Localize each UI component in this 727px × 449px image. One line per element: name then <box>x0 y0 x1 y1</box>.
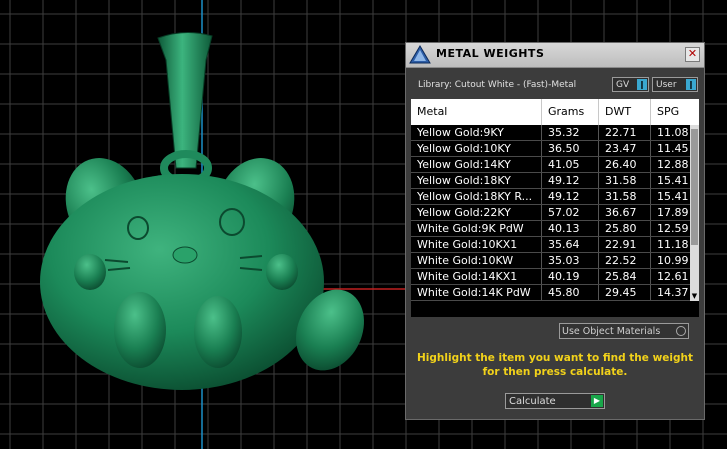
vertical-scrollbar[interactable]: ▼ <box>690 125 699 301</box>
table-row[interactable]: Yellow Gold:14KY 41.05 26.40 12.88 <box>411 157 699 173</box>
cell-dwt: 23.47 <box>599 141 651 156</box>
cell-metal: Yellow Gold:9KY <box>411 125 542 140</box>
column-header-metal[interactable]: Metal <box>411 99 542 125</box>
cell-metal: White Gold:14KX1 <box>411 269 542 284</box>
cell-metal: Yellow Gold:18KY R... <box>411 189 542 204</box>
cell-dwt: 22.91 <box>599 237 651 252</box>
cell-grams: 49.12 <box>542 173 599 188</box>
cell-metal: White Gold:10KX1 <box>411 237 542 252</box>
cell-grams: 57.02 <box>542 205 599 220</box>
metal-weights-table[interactable]: Metal Grams DWT SPG Yellow Gold:9KY 35.32… <box>411 99 699 317</box>
cell-grams: 45.80 <box>542 285 599 300</box>
left-paw <box>114 292 166 368</box>
column-header-spg[interactable]: SPG <box>651 99 699 125</box>
gv-select[interactable]: GV ❙ <box>612 77 649 92</box>
cell-dwt: 36.67 <box>599 205 651 220</box>
calculate-button[interactable]: Calculate ▶ <box>505 393 605 409</box>
instruction-text: Highlight the item you want to find the … <box>417 352 693 378</box>
table-row[interactable]: White Gold:10KX1 35.64 22.91 11.18 <box>411 237 699 253</box>
cell-metal: Yellow Gold:22KY <box>411 205 542 220</box>
table-header: Metal Grams DWT SPG <box>411 99 699 125</box>
cell-grams: 35.03 <box>542 253 599 268</box>
cell-grams: 40.19 <box>542 269 599 284</box>
cell-grams: 40.13 <box>542 221 599 236</box>
app-logo-icon <box>409 45 431 64</box>
cell-dwt: 26.40 <box>599 157 651 172</box>
cell-grams: 41.05 <box>542 157 599 172</box>
table-row[interactable]: White Gold:14KX1 40.19 25.84 12.61 <box>411 269 699 285</box>
dialog-title: METAL WEIGHTS <box>436 47 545 60</box>
table-row[interactable]: Yellow Gold:9KY 35.32 22.71 11.08 <box>411 125 699 141</box>
cell-metal: Yellow Gold:18KY <box>411 173 542 188</box>
right-cheek <box>266 254 298 290</box>
gv-label: GV <box>616 80 630 90</box>
bail-shape <box>157 32 213 169</box>
table-row[interactable]: White Gold:10KW 35.03 22.52 10.99 <box>411 253 699 269</box>
table-row[interactable]: Yellow Gold:18KY 49.12 31.58 15.41 <box>411 173 699 189</box>
library-label: Library: Cutout White - (Fast)-Metal <box>418 80 577 90</box>
vertical-scroll-thumb[interactable] <box>691 129 698 245</box>
cell-grams: 35.64 <box>542 237 599 252</box>
use-object-materials-label: Use Object Materials <box>562 326 661 337</box>
cell-metal: White Gold:9K PdW <box>411 221 542 236</box>
cell-metal: Yellow Gold:14KY <box>411 157 542 172</box>
cell-grams: 35.32 <box>542 125 599 140</box>
cell-dwt: 29.45 <box>599 285 651 300</box>
scroll-down-icon[interactable]: ▼ <box>690 292 699 301</box>
table-row[interactable]: White Gold:9K PdW 40.13 25.80 12.59 <box>411 221 699 237</box>
column-header-grams[interactable]: Grams <box>542 99 599 125</box>
table-body: Yellow Gold:9KY 35.32 22.71 11.08 Yellow Gol… <box>411 125 699 301</box>
nose <box>172 246 198 264</box>
play-icon: ▶ <box>591 395 603 407</box>
table-row[interactable]: Yellow Gold:22KY 57.02 36.67 17.89 <box>411 205 699 221</box>
cell-dwt: 31.58 <box>599 189 651 204</box>
cell-grams: 36.50 <box>542 141 599 156</box>
dropdown-arrow-icon: ❙ <box>686 79 696 90</box>
cell-dwt: 25.84 <box>599 269 651 284</box>
cell-dwt: 22.52 <box>599 253 651 268</box>
dropdown-arrow-icon: ❙ <box>637 79 647 90</box>
column-header-dwt[interactable]: DWT <box>599 99 651 125</box>
right-paw <box>194 296 242 368</box>
use-object-materials-toggle[interactable]: Use Object Materials <box>559 323 689 339</box>
table-row[interactable]: Yellow Gold:10KY 36.50 23.47 11.45 <box>411 141 699 157</box>
close-icon[interactable]: ✕ <box>685 47 700 62</box>
user-select[interactable]: User ❙ <box>652 77 698 92</box>
cell-dwt: 25.80 <box>599 221 651 236</box>
cell-grams: 49.12 <box>542 189 599 204</box>
dialog-titlebar[interactable]: METAL WEIGHTS ✕ <box>406 43 704 68</box>
radio-indicator-icon <box>676 326 686 336</box>
left-cheek <box>74 254 106 290</box>
metal-weights-dialog: METAL WEIGHTS ✕ Library: Cutout White - … <box>405 42 705 420</box>
cell-dwt: 22.71 <box>599 125 651 140</box>
table-row[interactable]: Yellow Gold:18KY R... 49.12 31.58 15.41 <box>411 189 699 205</box>
user-label: User <box>656 80 677 90</box>
cell-metal: White Gold:14K PdW <box>411 285 542 300</box>
table-row[interactable]: White Gold:14K PdW 45.80 29.45 14.37 <box>411 285 699 301</box>
calculate-label: Calculate <box>509 396 556 407</box>
cell-dwt: 31.58 <box>599 173 651 188</box>
cell-metal: Yellow Gold:10KY <box>411 141 542 156</box>
cell-metal: White Gold:10KW <box>411 253 542 268</box>
